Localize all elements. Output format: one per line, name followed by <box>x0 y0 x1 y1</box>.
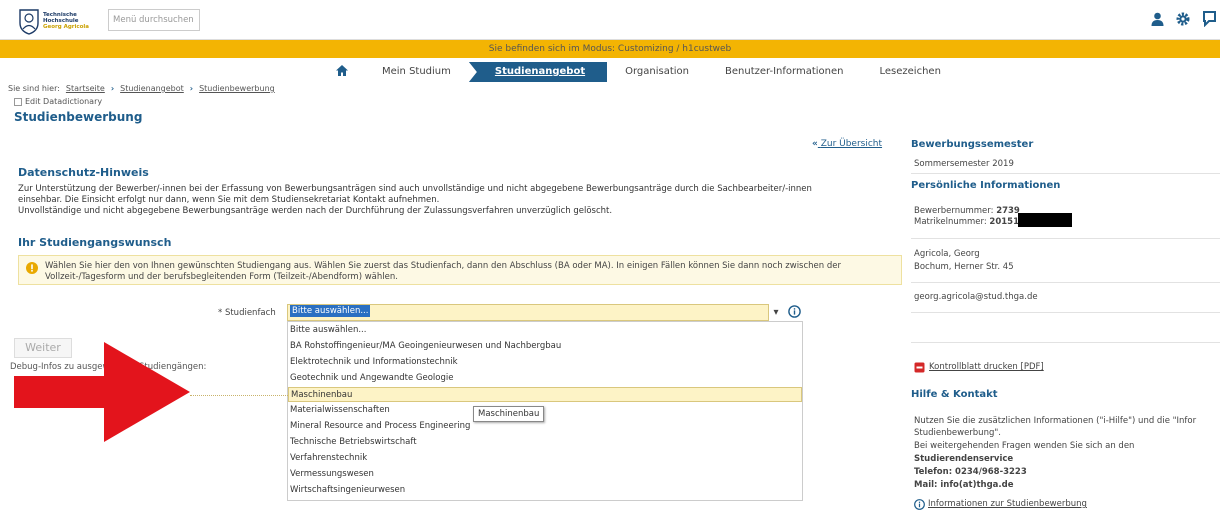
informationen-label: Informationen zur Studienbewerbung <box>928 499 1087 509</box>
matrikelnummer-row: Matrikelnummer: 20151 <box>914 217 1019 228</box>
info-line-1: Wählen Sie hier den von Ihnen gewünschte… <box>45 261 841 271</box>
breadcrumb-studienangebot[interactable]: Studienangebot <box>120 84 184 93</box>
matrikelnummer-value: 20151 <box>989 217 1019 227</box>
nav-lesezeichen[interactable]: Lesezeichen <box>861 62 958 82</box>
hilfe-kontakt-title: Hilfe & Kontakt <box>911 389 998 400</box>
divider <box>911 173 1220 174</box>
home-icon[interactable] <box>320 65 364 79</box>
studienfach-dropdown-list: Bitte auswählen... BA Rohstoffingenieur/… <box>287 321 803 501</box>
persoenliche-informationen-title: Persönliche Informationen <box>911 180 1061 191</box>
customizing-mode-bar: Sie befinden sich im Modus: Customizing … <box>0 40 1220 58</box>
chat-icon[interactable] <box>1202 10 1216 28</box>
datenschutz-line-3: Unvollständige und nicht abgegebene Bewe… <box>18 206 613 216</box>
redaction-block <box>1018 213 1072 227</box>
info-icon[interactable] <box>788 305 801 318</box>
divider <box>911 238 1220 239</box>
breadcrumb-separator-icon: › <box>189 84 194 93</box>
studiengangswunsch-title: Ihr Studiengangswunsch <box>18 236 172 249</box>
datenschutz-text: Zur Unterstützung der Bewerber/-innen be… <box>18 184 898 217</box>
info-line-2: Vollzeit-/Tagesform und der berufsbeglei… <box>45 272 398 282</box>
breadcrumb-startseite[interactable]: Startseite <box>66 84 105 93</box>
info-icon <box>914 499 925 510</box>
studierendenservice: Studierendenservice <box>914 454 1014 464</box>
dropdown-option[interactable]: Materialwissenschaften <box>288 403 802 418</box>
kontrollblatt-link[interactable]: Kontrollblatt drucken [PDF] <box>914 362 1044 373</box>
warning-icon <box>19 256 45 284</box>
applicant-address: Bochum, Herner Str. 45 <box>914 262 1014 272</box>
applicant-name: Agricola, Georg <box>914 249 980 259</box>
zur-uebersicht-link[interactable]: « Zur Übersicht <box>812 139 882 149</box>
bewerbernummer-label: Bewerbernummer: <box>914 206 994 216</box>
bewerbungssemester-title: Bewerbungssemester <box>911 139 1034 150</box>
nav-benutzer-informationen[interactable]: Benutzer-Informationen <box>707 62 861 82</box>
bewerbernummer-row: Bewerbernummer: 2739 <box>914 206 1020 217</box>
datenschutz-title: Datenschutz-Hinweis <box>18 166 149 179</box>
dropdown-option-highlighted[interactable]: Maschinenbau <box>288 387 802 402</box>
breadcrumb-separator-icon: › <box>110 84 115 93</box>
nav-organisation[interactable]: Organisation <box>607 62 707 82</box>
header-icons <box>1150 10 1216 28</box>
logo-line-3: Georg Agricola <box>43 24 90 30</box>
divider <box>911 312 1220 313</box>
nav-mein-studium[interactable]: Mein Studium <box>364 62 469 82</box>
dotted-connector <box>190 395 288 396</box>
dropdown-option[interactable]: Bitte auswählen... <box>288 323 802 338</box>
dropdown-option[interactable]: Elektrotechnik und Informationstechnik <box>288 355 802 370</box>
pdf-icon <box>914 362 925 373</box>
divider <box>911 282 1220 283</box>
gear-icon[interactable] <box>1176 10 1190 28</box>
applicant-email: georg.agricola@stud.thga.de <box>914 292 1038 302</box>
kontrollblatt-label: Kontrollblatt drucken [PDF] <box>929 362 1044 372</box>
dropdown-option[interactable]: Verfahrenstechnik <box>288 451 802 466</box>
dropdown-option[interactable]: Wirtschaftsingenieurwesen <box>288 483 802 498</box>
menu-search-input[interactable]: Menü durchsuchen <box>108 9 200 31</box>
chevron-down-icon[interactable]: ▾ <box>770 305 782 321</box>
zur-uebersicht-label: Zur Übersicht <box>820 139 883 149</box>
datenschutz-line-2: einsehbar. Die Einsicht erfolgt nur dann… <box>18 195 440 205</box>
bewerbernummer-value: 2739 <box>996 206 1020 216</box>
dropdown-option[interactable]: Mineral Resource and Process Engineering <box>288 419 802 434</box>
breadcrumb: Sie sind hier: Startseite › Studienangeb… <box>8 84 275 93</box>
edit-datadictionary-checkbox[interactable] <box>14 97 22 106</box>
studienfach-select[interactable]: Bitte auswählen... <box>287 304 769 321</box>
informationen-studienbewerbung-link[interactable]: Informationen zur Studienbewerbung <box>914 499 1087 510</box>
studiengang-info-box: Wählen Sie hier den von Ihnen gewünschte… <box>18 255 902 285</box>
hilfe-line-1: Nutzen Sie die zusätzlichen Informatione… <box>914 416 1197 426</box>
hilfe-line-3: Bei weitergehenden Fragen wenden Sie sic… <box>914 441 1135 451</box>
bewerbungssemester-value: Sommersemester 2019 <box>914 159 1014 169</box>
right-sidebar: Bewerbungssemester Sommersemester 2019 P… <box>905 135 1220 513</box>
university-logo[interactable]: Technische Hochschule Georg Agricola <box>18 6 106 36</box>
mail: Mail: info(at)thga.de <box>914 480 1014 490</box>
studienfach-selected-value: Bitte auswählen... <box>290 305 371 317</box>
red-arrow-icon <box>14 342 190 442</box>
info-box-text: Wählen Sie hier den von Ihnen gewünschte… <box>45 256 901 284</box>
logo-text: Technische Hochschule Georg Agricola <box>43 12 89 30</box>
double-chevron-left-icon: « <box>812 139 818 149</box>
dropdown-option[interactable]: BA Rohstoffingenieur/MA Geoingenieurwese… <box>288 339 802 354</box>
dropdown-option[interactable]: Vermessungswesen <box>288 467 802 482</box>
dropdown-option[interactable]: Geotechnik und Angewandte Geologie <box>288 371 802 386</box>
logo-seal-icon <box>19 8 39 35</box>
breadcrumb-prefix: Sie sind hier: <box>8 84 60 93</box>
datenschutz-line-1: Zur Unterstützung der Bewerber/-innen be… <box>18 184 812 194</box>
page-title: Studienbewerbung <box>14 110 143 124</box>
hilfe-line-2: Studienbewerbung". <box>914 428 1001 438</box>
telefon: Telefon: 0234/968-3223 <box>914 467 1027 477</box>
edit-datadictionary-label: Edit Datadictionary <box>25 97 103 106</box>
divider <box>911 342 1220 343</box>
studienfach-label: * Studienfach <box>218 308 276 318</box>
matrikelnummer-label: Matrikelnummer: <box>914 217 987 227</box>
user-icon[interactable] <box>1150 10 1164 28</box>
nav-studienangebot[interactable]: Studienangebot <box>468 62 608 82</box>
option-tooltip: Maschinenbau <box>473 406 545 422</box>
breadcrumb-studienbewerbung[interactable]: Studienbewerbung <box>199 84 275 93</box>
dropdown-option[interactable]: Technische Betriebswirtschaft <box>288 435 802 450</box>
main-navigation: Mein Studium Studienangebot Organisation… <box>320 62 1020 82</box>
edit-datadictionary-toggle[interactable]: Edit Datadictionary <box>14 97 102 106</box>
